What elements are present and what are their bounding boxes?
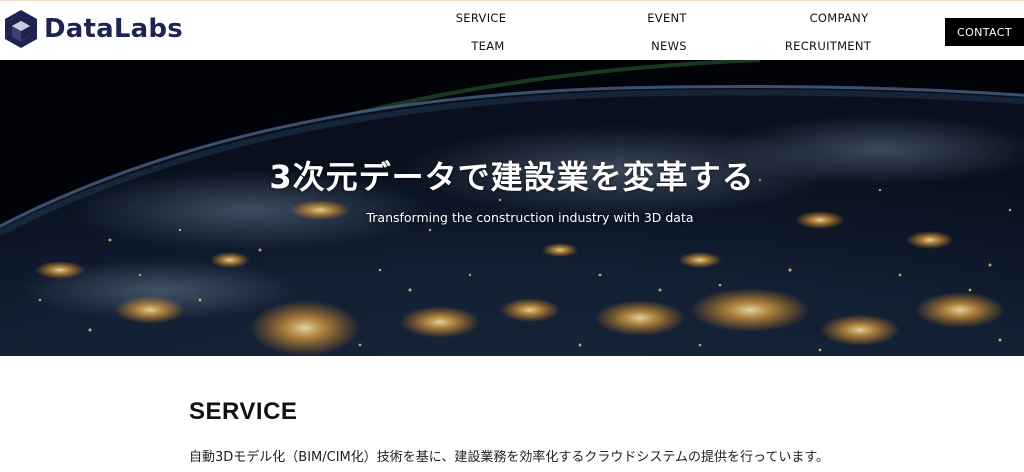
contact-button[interactable]: CONTACT	[945, 18, 1024, 46]
nav-service[interactable]: SERVICE	[426, 11, 536, 25]
nav-company[interactable]: COMPANY	[784, 11, 894, 25]
service-heading: SERVICE	[189, 398, 298, 425]
nav-event[interactable]: EVENT	[612, 11, 722, 25]
nav-team[interactable]: TEAM	[433, 39, 543, 53]
nav-recruitment[interactable]: RECRUITMENT	[773, 39, 883, 53]
earth-night-image	[0, 60, 1024, 356]
nav-news[interactable]: NEWS	[614, 39, 724, 53]
site-header: DataLabs SERVICE EVENT COMPANY TEAM NEWS…	[0, 0, 1024, 60]
brand-name: DataLabs	[44, 14, 183, 44]
logo[interactable]: DataLabs	[4, 9, 183, 49]
service-description: 自動3Dモデル化（BIM/CIM化）技術を基に、建設業務を効率化するクラウドシス…	[189, 450, 830, 465]
cube-logo-icon	[5, 10, 37, 48]
hero-title: 3次元データで建設業を変革する	[269, 158, 755, 196]
hero-banner: 3次元データで建設業を変革する Transforming the constru…	[0, 60, 1024, 356]
hero-subtitle: Transforming the construction industry w…	[366, 210, 694, 225]
